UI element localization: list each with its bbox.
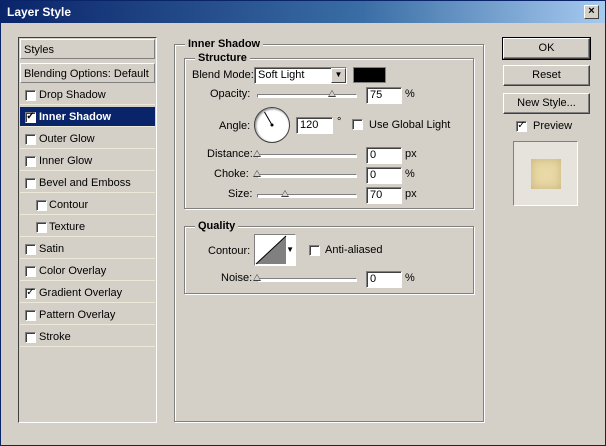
blend-mode-label: Blend Mode: <box>192 69 254 81</box>
size-input[interactable]: 70 <box>366 187 402 204</box>
style-item-label: Pattern Overlay <box>39 309 116 321</box>
blend-color-fill <box>354 68 385 82</box>
style-item-bevel-and-emboss[interactable]: Bevel and Emboss <box>20 173 155 193</box>
blend-color-swatch[interactable] <box>353 67 386 83</box>
style-item-stroke[interactable]: Stroke <box>20 327 155 347</box>
style-item-inner-shadow[interactable]: ✓ Inner Shadow <box>20 107 155 127</box>
style-item-drop-shadow[interactable]: Drop Shadow <box>20 85 155 105</box>
blend-mode-value: Soft Light <box>258 69 305 81</box>
styles-header-label: Styles <box>24 44 54 56</box>
size-label: Size: <box>228 188 253 200</box>
opacity-slider[interactable] <box>257 94 357 98</box>
title-bar: Layer Style × <box>1 1 605 23</box>
preview-thumbnail <box>513 141 578 206</box>
style-item-checkbox[interactable] <box>25 266 36 277</box>
new-style-button[interactable]: New Style... <box>503 93 590 114</box>
global-light-label: Use Global Light <box>369 119 451 131</box>
distance-slider[interactable] <box>257 154 357 158</box>
preview-swatch <box>531 159 561 189</box>
distance-slider-thumb[interactable] <box>253 150 261 157</box>
style-item-label: Gradient Overlay <box>39 287 123 299</box>
style-item-checkbox[interactable] <box>25 178 36 189</box>
preview-checkbox[interactable]: ✓ <box>516 121 527 132</box>
contour-picker[interactable]: ▼ <box>254 234 296 266</box>
chevron-down-icon: ▼ <box>331 68 346 83</box>
size-slider[interactable] <box>257 194 357 198</box>
choke-slider-thumb[interactable] <box>253 170 261 177</box>
style-item-label: Inner Shadow <box>39 111 112 123</box>
style-item-contour[interactable]: Contour <box>20 195 155 215</box>
noise-label: Noise: <box>221 272 253 284</box>
opacity-input[interactable]: 75 <box>366 87 402 104</box>
contour-linear-icon <box>255 235 287 265</box>
contour-label: Contour: <box>208 245 251 257</box>
style-item-label: Drop Shadow <box>39 89 106 101</box>
angle-dial-needle <box>264 111 274 127</box>
styles-list: Styles Blending Options: Default Drop Sh… <box>18 37 157 423</box>
style-item-label: Color Overlay <box>39 265 107 277</box>
inner-shadow-title: Inner Shadow <box>185 38 264 50</box>
style-item-checkbox[interactable] <box>25 156 36 167</box>
style-item-label: Bevel and Emboss <box>39 177 131 189</box>
angle-label: Angle: <box>219 120 251 132</box>
style-item-label: Inner Glow <box>39 155 93 167</box>
style-item-checkbox[interactable] <box>25 332 36 343</box>
noise-slider-thumb[interactable] <box>253 274 261 281</box>
choke-slider[interactable] <box>257 174 357 178</box>
ok-button[interactable]: OK <box>502 37 591 60</box>
style-item-checkbox[interactable] <box>25 134 36 145</box>
anti-aliased-label: Anti-aliased <box>325 244 383 256</box>
noise-unit: % <box>405 272 415 284</box>
anti-aliased-checkbox[interactable] <box>309 245 320 256</box>
preview-label: Preview <box>533 120 573 132</box>
style-item-texture[interactable]: Texture <box>20 217 155 237</box>
style-item-checkbox[interactable] <box>25 90 36 101</box>
angle-dial[interactable] <box>254 107 290 143</box>
style-item-label: Contour <box>49 199 89 211</box>
choke-unit: % <box>405 168 415 180</box>
distance-label: Distance: <box>207 148 253 160</box>
layer-style-dialog: Layer Style × Styles Blending Options: D… <box>0 0 606 446</box>
choke-label: Choke: <box>214 168 249 180</box>
blending-options-item[interactable]: Blending Options: Default <box>20 63 155 83</box>
style-item-checkbox[interactable] <box>36 222 47 233</box>
style-item-checkbox[interactable]: ✓ <box>25 112 36 123</box>
opacity-slider-thumb[interactable] <box>328 90 336 97</box>
style-item-checkbox[interactable] <box>36 200 47 211</box>
distance-unit: px <box>405 148 417 160</box>
close-button[interactable]: × <box>584 5 599 19</box>
structure-title: Structure <box>195 52 250 64</box>
reset-button[interactable]: Reset <box>503 65 590 86</box>
style-item-checkbox[interactable] <box>25 244 36 255</box>
style-item-label: Texture <box>49 221 86 233</box>
style-item-label: Satin <box>39 243 65 255</box>
quality-title: Quality <box>195 220 239 232</box>
style-item-checkbox[interactable] <box>25 310 36 321</box>
style-item-gradient-overlay[interactable]: ✓ Gradient Overlay <box>20 283 155 303</box>
blending-options-label: Blending Options: Default <box>24 68 149 80</box>
style-item-inner-glow[interactable]: Inner Glow <box>20 151 155 171</box>
style-item-label: Outer Glow <box>39 133 95 145</box>
style-item-outer-glow[interactable]: Outer Glow <box>20 129 155 149</box>
noise-slider[interactable] <box>257 278 357 282</box>
style-item-pattern-overlay[interactable]: Pattern Overlay <box>20 305 155 325</box>
size-slider-thumb[interactable] <box>281 190 289 197</box>
style-item-checkbox[interactable]: ✓ <box>25 288 36 299</box>
chevron-down-icon: ▼ <box>286 245 294 254</box>
size-unit: px <box>405 188 417 200</box>
global-light-checkbox[interactable] <box>352 119 363 130</box>
noise-input[interactable]: 0 <box>366 271 402 288</box>
style-item-color-overlay[interactable]: Color Overlay <box>20 261 155 281</box>
window-title: Layer Style <box>7 5 72 19</box>
style-item-label: Stroke <box>39 331 71 343</box>
angle-input[interactable]: 120 <box>296 117 333 134</box>
style-item-satin[interactable]: Satin <box>20 239 155 259</box>
choke-input[interactable]: 0 <box>366 167 402 184</box>
styles-header[interactable]: Styles <box>20 39 155 59</box>
opacity-unit: % <box>405 88 415 100</box>
distance-input[interactable]: 0 <box>366 147 402 164</box>
blend-mode-select[interactable]: Soft Light ▼ <box>254 67 347 84</box>
opacity-label: Opacity: <box>210 88 251 100</box>
angle-unit: ° <box>337 116 342 128</box>
